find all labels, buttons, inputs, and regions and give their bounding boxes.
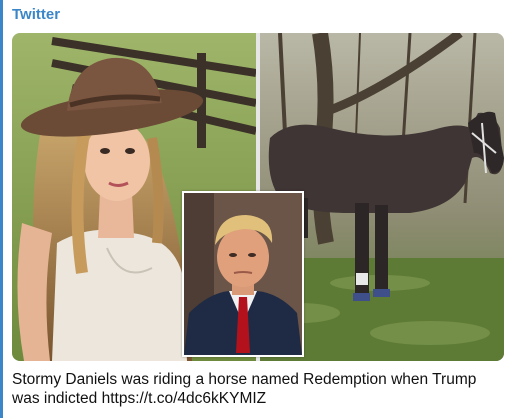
tweet-caption: Stormy Daniels was riding a horse named … bbox=[12, 370, 507, 408]
tweet-media[interactable] bbox=[12, 33, 504, 361]
source-label[interactable]: Twitter bbox=[12, 6, 60, 23]
tweet-link[interactable]: https://t.co/4dc6kKYMIZ bbox=[102, 390, 267, 407]
telegram-message-card: Twitter Stormy Daniels was riding a hors… bbox=[0, 0, 510, 418]
man-portrait-inset-photo[interactable] bbox=[182, 191, 304, 357]
